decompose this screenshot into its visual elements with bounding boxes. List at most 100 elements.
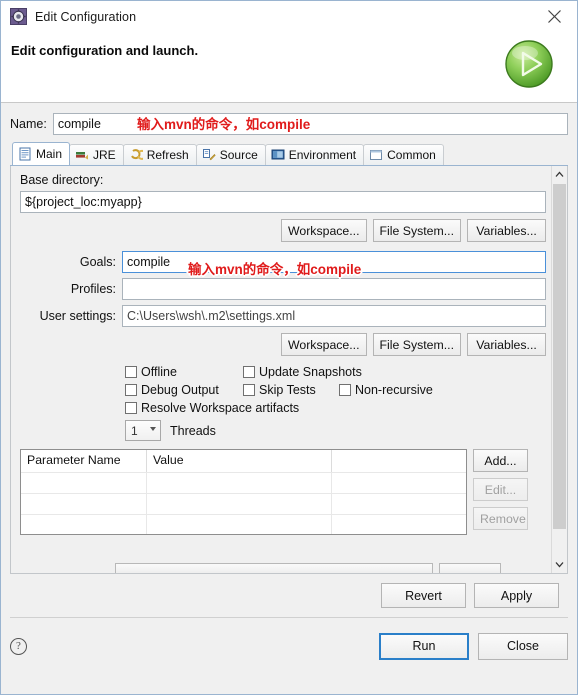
table-row[interactable] xyxy=(21,514,466,534)
revert-button[interactable]: Revert xyxy=(381,583,466,608)
parameters-table[interactable]: Parameter Name Value xyxy=(20,449,467,535)
scrollbar-thumb[interactable] xyxy=(553,184,566,529)
environment-tab-icon xyxy=(271,148,285,162)
profiles-row: Profiles: xyxy=(20,278,546,300)
goals-label: Goals: xyxy=(79,255,116,269)
checkbox-debug-output-label: Debug Output xyxy=(141,383,219,397)
jre-tab-icon xyxy=(75,148,89,162)
close-button[interactable] xyxy=(532,1,577,32)
header-headline: Edit configuration and launch. xyxy=(11,43,199,58)
settings-variables-button[interactable]: Variables... xyxy=(467,333,546,356)
tab-jre-label: JRE xyxy=(93,148,116,162)
dialog-body: Name: Main xyxy=(1,103,577,618)
base-directory-input[interactable] xyxy=(20,191,546,213)
checkbox-resolve-workspace-artifacts-box[interactable] xyxy=(125,402,137,414)
checkbox-skip-tests[interactable]: Skip Tests xyxy=(243,383,339,397)
settings-workspace-button[interactable]: Workspace... xyxy=(280,333,367,356)
tab-main[interactable]: Main xyxy=(12,142,71,165)
add-parameter-button[interactable]: Add... xyxy=(473,449,528,472)
column-header-parameter-name: Parameter Name xyxy=(21,450,147,472)
column-header-value: Value xyxy=(147,450,332,472)
help-glyph: ? xyxy=(16,640,21,652)
tab-main-label: Main xyxy=(36,147,63,161)
run-button[interactable]: Run xyxy=(379,632,469,660)
clipped-bottom-row xyxy=(20,563,544,573)
clipped-field-stub xyxy=(115,563,433,573)
name-row: Name: xyxy=(10,112,568,136)
checkbox-offline-box[interactable] xyxy=(125,366,137,378)
apply-button[interactable]: Apply xyxy=(474,583,559,608)
options-row-3: Resolve Workspace artifacts xyxy=(125,401,546,415)
tab-environment[interactable]: Environment xyxy=(264,144,365,165)
title-bar: Edit Configuration xyxy=(1,1,577,33)
checkbox-skip-tests-box[interactable] xyxy=(243,384,255,396)
common-tab-icon xyxy=(369,148,383,162)
base-workspace-button[interactable]: Workspace... xyxy=(280,219,367,242)
checkbox-non-recursive-label: Non-recursive xyxy=(355,383,433,397)
name-label: Name: xyxy=(10,117,47,131)
tab-jre[interactable]: JRE xyxy=(69,144,124,165)
parameters-section: Parameter Name Value Add... Edit... Remo… xyxy=(20,449,546,535)
checkbox-update-snapshots-box[interactable] xyxy=(243,366,255,378)
threads-value: 1 xyxy=(131,423,138,438)
checkbox-resolve-workspace-artifacts[interactable]: Resolve Workspace artifacts xyxy=(125,401,299,415)
checkbox-non-recursive[interactable]: Non-recursive xyxy=(339,383,433,397)
threads-label: Threads xyxy=(170,423,216,438)
checkbox-debug-output-box[interactable] xyxy=(125,384,137,396)
tab-source-label: Source xyxy=(219,148,258,162)
close-button-footer[interactable]: Close xyxy=(478,632,568,660)
threads-dropdown[interactable]: 1 xyxy=(125,420,161,441)
dialog-footer: ? Run Close xyxy=(1,618,577,674)
tab-refresh-label: Refresh xyxy=(146,148,189,162)
scroll-up-arrow-icon[interactable] xyxy=(552,166,567,183)
profiles-input[interactable] xyxy=(122,278,546,300)
checkbox-resolve-workspace-artifacts-label: Resolve Workspace artifacts xyxy=(141,401,300,415)
scroll-down-arrow-icon[interactable] xyxy=(552,556,567,573)
help-question-icon[interactable]: ? xyxy=(10,637,27,655)
tab-bar: Main JRE Refresh Source Environment Comm… xyxy=(10,142,568,166)
tab-common[interactable]: Common xyxy=(363,144,444,165)
table-row[interactable] xyxy=(21,472,466,493)
base-directory-buttons: Workspace... File System... Variables... xyxy=(20,219,546,242)
checkbox-update-snapshots[interactable]: Update Snapshots xyxy=(243,365,362,379)
panel-vertical-scrollbar[interactable] xyxy=(551,166,567,573)
user-settings-label: User settings: xyxy=(39,309,116,323)
goals-input[interactable] xyxy=(122,251,546,273)
user-settings-row: User settings: xyxy=(20,305,546,327)
tab-refresh[interactable]: Refresh xyxy=(122,144,197,165)
checkbox-skip-tests-label: Skip Tests xyxy=(259,383,316,397)
dialog-header: Edit configuration and launch. xyxy=(1,33,577,103)
tab-environment-label: Environment xyxy=(288,148,357,162)
clipped-button-stub xyxy=(439,563,501,573)
chevron-down-icon xyxy=(150,427,156,431)
user-settings-input[interactable] xyxy=(122,305,546,327)
options-row-1: Offline Update Snapshots xyxy=(125,365,546,379)
base-variables-button[interactable]: Variables... xyxy=(467,219,546,242)
goals-row: Goals: xyxy=(20,251,546,273)
edit-parameter-button[interactable]: Edit... xyxy=(473,478,528,501)
settings-file-system-button[interactable]: File System... xyxy=(372,333,461,356)
source-tab-icon xyxy=(202,148,216,162)
configuration-icon xyxy=(10,8,27,25)
checkbox-offline[interactable]: Offline xyxy=(125,365,243,379)
checkbox-update-snapshots-label: Update Snapshots xyxy=(259,365,362,379)
window-title: Edit Configuration xyxy=(35,9,137,24)
checkbox-non-recursive-box[interactable] xyxy=(339,384,351,396)
checkbox-offline-label: Offline xyxy=(141,365,177,379)
main-tab-panel: Base directory: Workspace... File System… xyxy=(10,166,568,574)
refresh-tab-icon xyxy=(129,148,147,162)
base-directory-label: Base directory: xyxy=(20,173,104,187)
options-row-2: Debug Output Skip Tests Non-recursive xyxy=(125,383,546,397)
options-group: Offline Update Snapshots Debug Output Sk… xyxy=(20,365,546,441)
name-input[interactable] xyxy=(52,113,568,135)
table-row[interactable] xyxy=(21,493,466,514)
remove-parameter-button[interactable]: Remove xyxy=(473,507,528,530)
parameters-buttons: Add... Edit... Remove xyxy=(473,449,528,530)
threads-row: 1 Threads xyxy=(125,420,546,441)
edit-configuration-dialog: Edit Configuration Edit configuration an… xyxy=(0,0,578,695)
base-file-system-button[interactable]: File System... xyxy=(372,219,461,242)
apply-revert-row: Revert Apply xyxy=(10,574,568,618)
tab-source[interactable]: Source xyxy=(195,144,266,165)
checkbox-debug-output[interactable]: Debug Output xyxy=(125,383,243,397)
run-play-icon xyxy=(503,38,555,90)
